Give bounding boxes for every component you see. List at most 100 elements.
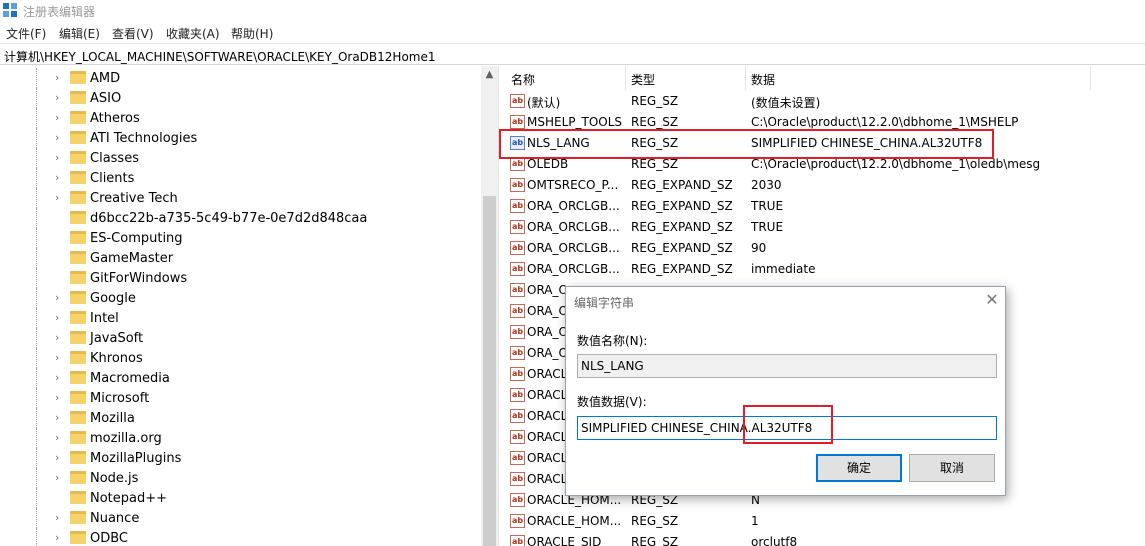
scroll-thumb[interactable] [483, 196, 496, 546]
tree-item-label: GameMaster [90, 251, 174, 266]
key-tree[interactable]: › AMD › ASIO › Atheros › ATI Technologies › Class… [0, 66, 498, 546]
address-bar[interactable]: 计算机\HKEY_LOCAL_MACHINE\SOFTWARE\ORACLE\K… [0, 43, 1145, 65]
tree-item[interactable]: › Google [0, 288, 481, 308]
tree-item-label: AMD [90, 71, 121, 86]
string-value-icon: ab [510, 199, 525, 213]
tree-item[interactable]: › ASIO [0, 88, 481, 108]
tree-guide-line [36, 128, 37, 148]
chevron-right-icon[interactable]: › [55, 431, 65, 445]
menu-edit[interactable]: 编辑(E) [59, 25, 100, 42]
chevron-right-icon[interactable]: › [55, 291, 65, 305]
value-data-cell: TRUE [751, 199, 784, 213]
tree-item[interactable]: Notepad++ [0, 488, 481, 508]
tree-item[interactable]: › Nuance [0, 508, 481, 528]
tree-item[interactable]: › Khronos [0, 348, 481, 368]
ok-button[interactable]: 确定 [816, 454, 902, 482]
string-value-icon: ab [510, 535, 525, 546]
tree-item[interactable]: ES-Computing [0, 228, 481, 248]
column-type-header[interactable]: 类型 [631, 71, 655, 88]
value-name-cell: ORA_ORCLGB... [527, 241, 620, 255]
menu-help[interactable]: 帮助(H) [231, 25, 273, 42]
tree-guide-line [36, 368, 37, 388]
value-row[interactable]: ab ORA_ORCLGB... REG_EXPAND_SZ 90 [505, 238, 1145, 259]
value-row[interactable]: ab ORA_ORCLGB... REG_EXPAND_SZ TRUE [505, 196, 1145, 217]
chevron-right-icon[interactable]: › [55, 451, 65, 465]
tree-scrollbar[interactable]: ▲ [481, 66, 498, 546]
chevron-right-icon[interactable]: › [55, 531, 65, 545]
tree-item-label: Clients [90, 171, 135, 186]
chevron-right-icon[interactable]: › [55, 391, 65, 405]
value-row[interactable]: ab OMTSRECO_P... REG_EXPAND_SZ 2030 [505, 175, 1145, 196]
highlight-box-charset [743, 405, 833, 444]
chevron-right-icon[interactable]: › [55, 71, 65, 85]
chevron-right-icon[interactable]: › [55, 171, 65, 185]
folder-icon [70, 131, 86, 144]
tree-item[interactable]: › ATI Technologies [0, 128, 481, 148]
tree-item[interactable]: › mozilla.org [0, 428, 481, 448]
address-path[interactable]: 计算机\HKEY_LOCAL_MACHINE\SOFTWARE\ORACLE\K… [4, 48, 436, 65]
value-row[interactable]: ab ORACLE_HOM... REG_SZ 1 [505, 511, 1145, 532]
column-divider[interactable] [745, 66, 746, 90]
chevron-right-icon[interactable]: › [55, 191, 65, 205]
chevron-right-icon[interactable]: › [55, 111, 65, 125]
chevron-right-icon[interactable]: › [55, 311, 65, 325]
value-name-field: NLS_LANG [577, 354, 997, 378]
column-divider[interactable] [625, 66, 626, 90]
value-row[interactable]: ab ORA_ORCLGB... REG_EXPAND_SZ TRUE [505, 217, 1145, 238]
folder-icon [70, 491, 86, 504]
chevron-right-icon[interactable]: › [55, 151, 65, 165]
chevron-right-icon[interactable]: › [55, 371, 65, 385]
string-value-icon: ab [510, 178, 525, 192]
chevron-right-icon[interactable]: › [55, 91, 65, 105]
tree-item-label: Intel [90, 311, 119, 326]
value-type-cell: REG_SZ [631, 535, 679, 546]
chevron-right-icon[interactable]: › [55, 471, 65, 485]
tree-item[interactable]: › Macromedia [0, 368, 481, 388]
menu-favorites[interactable]: 收藏夹(A) [166, 25, 220, 42]
tree-item[interactable]: › Mozilla [0, 408, 481, 428]
tree-item[interactable]: › AMD [0, 68, 481, 88]
menu-view[interactable]: 查看(V) [112, 25, 154, 42]
tree-item[interactable]: › Creative Tech [0, 188, 481, 208]
tree-guide-line [36, 348, 37, 368]
tree-item[interactable]: › Intel [0, 308, 481, 328]
tree-guide-line [36, 248, 37, 268]
menu-file[interactable]: 文件(F) [6, 25, 46, 42]
chevron-right-icon[interactable]: › [55, 331, 65, 345]
value-type-cell: REG_EXPAND_SZ [631, 199, 733, 213]
chevron-right-icon[interactable]: › [55, 131, 65, 145]
tree-item[interactable]: › Classes [0, 148, 481, 168]
close-icon[interactable]: ✕ [983, 291, 1001, 309]
chevron-right-icon[interactable]: › [55, 351, 65, 365]
tree-item[interactable]: GitForWindows [0, 268, 481, 288]
tree-item[interactable]: GameMaster [0, 248, 481, 268]
folder-icon [70, 191, 86, 204]
string-value-icon: ab [510, 346, 525, 360]
value-row[interactable]: ab ORA_ORCLGB... REG_EXPAND_SZ immediate [505, 259, 1145, 280]
column-data-header[interactable]: 数据 [751, 71, 775, 88]
tree-item[interactable]: › JavaSoft [0, 328, 481, 348]
tree-item[interactable]: › MozillaPlugins [0, 448, 481, 468]
tree-guide-line [36, 468, 37, 488]
tree-guide-line [36, 428, 37, 448]
tree-item[interactable]: › Node.js [0, 468, 481, 488]
tree-item-label: Notepad++ [90, 491, 168, 506]
window-title: 注册表编辑器 [23, 5, 96, 19]
tree-item[interactable]: › ODBC [0, 528, 481, 546]
chevron-right-icon[interactable]: › [55, 511, 65, 525]
tree-item[interactable]: › Clients [0, 168, 481, 188]
value-row[interactable]: ab ORACLE_SID REG_SZ orclutf8 [505, 532, 1145, 546]
tree-item[interactable]: d6bcc22b-a735-5c49-b77e-0e7d2d848caa [0, 208, 481, 228]
cancel-button[interactable]: 取消 [909, 454, 995, 482]
tree-item[interactable]: › Atheros [0, 108, 481, 128]
column-divider[interactable] [1090, 66, 1091, 90]
chevron-right-icon[interactable]: › [55, 411, 65, 425]
scroll-up-arrow-icon[interactable]: ▲ [481, 66, 498, 83]
tree-item[interactable]: › Microsoft [0, 388, 481, 408]
folder-icon [70, 111, 86, 124]
column-name-header[interactable]: 名称 [511, 71, 535, 88]
tree-guide-line [36, 148, 37, 168]
folder-icon [70, 471, 86, 484]
tree-guide-line [36, 208, 37, 228]
value-row[interactable]: ab (默认) REG_SZ (数值未设置) [505, 91, 1145, 112]
